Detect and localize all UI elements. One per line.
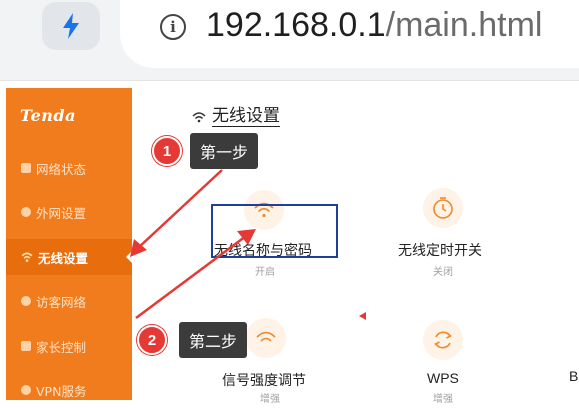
tile-signal-strength[interactable]: 信号强度调节 — [222, 370, 306, 390]
step-number: 1 — [152, 136, 182, 166]
step-2-annotation: 2 第二步 — [137, 322, 248, 358]
network-status-icon — [21, 163, 31, 173]
url-text[interactable]: 192.168.0.1/main.html — [206, 6, 542, 45]
sidebar-item-wireless-settings[interactable]: 无线设置 — [6, 239, 133, 275]
lightning-button[interactable] — [42, 2, 100, 50]
sidebar-item-label: VPN服务 — [36, 383, 87, 399]
timer-icon[interactable] — [423, 188, 463, 228]
wifi-icon — [21, 252, 33, 262]
globe-icon — [21, 207, 31, 217]
wifi-icon — [192, 111, 206, 122]
refresh-icon[interactable] — [423, 320, 463, 360]
page-title: 无线设置 — [192, 106, 280, 127]
url-host: 192.168.0.1 — [206, 6, 386, 44]
guest-icon — [21, 296, 31, 306]
parental-icon — [21, 341, 31, 351]
sidebar: Tenda 网络状态 外网设置 无线设置 访客网络 家长控制 VPN服务 — [6, 88, 133, 400]
tile-wireless-schedule[interactable]: 无线定时开关 — [398, 240, 482, 260]
tile-status: 开启 — [255, 267, 275, 278]
collapse-arrow-icon[interactable] — [359, 312, 366, 320]
step-text: 第一步 — [190, 133, 259, 169]
address-bar[interactable]: i 192.168.0.1/main.html — [120, 0, 579, 68]
sidebar-item-label: 外网设置 — [36, 205, 87, 221]
vpn-icon — [21, 385, 31, 395]
tenda-logo: Tenda — [20, 106, 76, 125]
url-path: /main.html — [385, 6, 543, 44]
step-text: 第二步 — [179, 322, 248, 358]
tile-status: 增强 — [260, 394, 280, 405]
sidebar-item-wan-settings[interactable]: 外网设置 — [6, 194, 132, 230]
info-icon[interactable]: i — [160, 14, 186, 40]
step-1-annotation: 1 第一步 — [152, 133, 259, 169]
page-title-text: 无线设置 — [212, 106, 280, 127]
browser-toolbar: i 192.168.0.1/main.html — [0, 0, 579, 81]
tile-status: 增强 — [433, 394, 453, 405]
sidebar-item-vpn[interactable]: VPN服务 — [6, 372, 132, 408]
signal-icon[interactable] — [246, 318, 286, 358]
tile-wps[interactable]: WPS — [427, 370, 459, 386]
sidebar-item-label: 无线设置 — [38, 250, 89, 266]
tile-partial[interactable]: B — [569, 368, 578, 384]
sidebar-item-label: 网络状态 — [36, 161, 87, 177]
sidebar-item-parental-control[interactable]: 家长控制 — [6, 328, 132, 364]
sidebar-item-label: 家长控制 — [36, 339, 87, 355]
highlight-box — [211, 204, 338, 258]
sidebar-item-label: 访客网络 — [36, 294, 87, 310]
sidebar-item-network-status[interactable]: 网络状态 — [6, 150, 132, 186]
tile-status: 关闭 — [433, 267, 453, 278]
lightning-icon — [63, 13, 79, 39]
step-number: 2 — [137, 325, 167, 355]
sidebar-item-guest-network[interactable]: 访客网络 — [6, 283, 132, 319]
